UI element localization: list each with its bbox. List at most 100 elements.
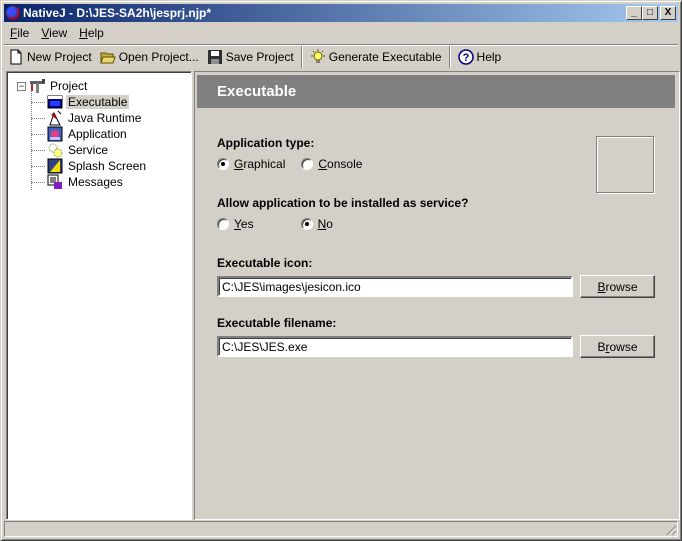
new-document-icon bbox=[8, 49, 24, 65]
generate-executable-button[interactable]: Generate Executable bbox=[306, 46, 446, 68]
menu-bar: File View Help bbox=[4, 24, 110, 42]
maximize-button[interactable]: □ bbox=[642, 6, 658, 20]
close-button[interactable]: X bbox=[660, 6, 676, 20]
radio-console-label: Console bbox=[318, 157, 362, 171]
tree-item-executable[interactable]: Executable bbox=[31, 94, 148, 110]
radio-text: raphical bbox=[243, 157, 286, 171]
tree-item-label: Executable bbox=[66, 95, 130, 109]
executable-icon-label: Executable icon: bbox=[217, 256, 313, 270]
menu-view[interactable]: View bbox=[35, 26, 73, 40]
radio-yes-indicator[interactable] bbox=[217, 218, 229, 230]
radio-text: onsole bbox=[327, 157, 363, 171]
radio-no-indicator[interactable] bbox=[300, 218, 313, 230]
radio-graphical-label: Graphical bbox=[234, 157, 285, 171]
open-project-label: Open Project... bbox=[118, 50, 199, 64]
executable-icon-input[interactable] bbox=[217, 276, 573, 297]
tree-connector bbox=[31, 165, 45, 167]
svg-text:?: ? bbox=[462, 52, 469, 64]
tree-item-service[interactable]: Service bbox=[31, 142, 148, 158]
service-question-label: Allow application to be installed as ser… bbox=[217, 196, 469, 210]
tree-connector bbox=[31, 133, 45, 135]
help-icon: ? bbox=[457, 49, 474, 65]
radio-console-indicator[interactable] bbox=[301, 158, 314, 170]
panel-title: Executable bbox=[217, 83, 297, 100]
tree-item-label: Service bbox=[68, 143, 109, 157]
floppy-disk-icon bbox=[207, 49, 223, 65]
tree-node-label: Project bbox=[50, 79, 88, 93]
accel-key: C bbox=[318, 157, 328, 171]
radio-console[interactable]: Console bbox=[301, 157, 362, 171]
generate-executable-label: Generate Executable bbox=[328, 50, 442, 64]
executable-icon bbox=[47, 94, 63, 110]
tree-item-messages[interactable]: Messages bbox=[31, 174, 148, 190]
radio-graphical-indicator[interactable] bbox=[217, 158, 229, 170]
menu-help-accel: H bbox=[79, 26, 88, 40]
service-group: Yes No bbox=[217, 216, 349, 232]
menu-help[interactable]: Help bbox=[73, 26, 110, 40]
menu-file-label: ile bbox=[17, 26, 30, 40]
radio-graphical[interactable]: Graphical bbox=[217, 157, 285, 171]
radio-yes[interactable]: Yes bbox=[217, 217, 254, 231]
executable-filename-label: Executable filename: bbox=[217, 316, 337, 330]
window-title: NativeJ - D:\JES-SA2h\jesprj.njp* bbox=[23, 6, 212, 20]
open-project-button[interactable]: Open Project... bbox=[96, 46, 203, 68]
radio-no[interactable]: No bbox=[300, 217, 333, 231]
tree-connector bbox=[31, 181, 45, 183]
browse-label: rowse bbox=[605, 279, 638, 294]
accel-key: B bbox=[597, 279, 606, 294]
settings-panel: Executable Application type: Graphical C… bbox=[194, 71, 680, 520]
menu-view-accel: V bbox=[41, 26, 50, 40]
new-project-button[interactable]: New Project bbox=[4, 46, 96, 68]
application-type-label: Application type: bbox=[217, 136, 315, 150]
resize-grip-icon[interactable] bbox=[664, 523, 676, 535]
browse-icon-button[interactable]: Browse bbox=[580, 275, 655, 298]
window-controls: _ □ X bbox=[626, 6, 676, 20]
menu-view-label: iew bbox=[49, 26, 68, 40]
help-label: Help bbox=[476, 50, 502, 64]
browse-label: B bbox=[597, 339, 606, 354]
title-bar[interactable]: NativeJ - D:\JES-SA2h\jesprj.njp* _ □ X bbox=[4, 4, 678, 22]
tree-connector bbox=[31, 149, 45, 151]
service-gear-icon bbox=[47, 142, 63, 158]
tree-connector bbox=[31, 101, 45, 103]
toolbar-separator bbox=[448, 46, 451, 68]
app-logo-icon bbox=[6, 6, 20, 20]
save-project-label: Save Project bbox=[225, 50, 294, 64]
save-project-button[interactable]: Save Project bbox=[203, 46, 298, 68]
help-button[interactable]: ? Help bbox=[454, 46, 506, 68]
project-tree: − Project Executable Java Runtime Applic… bbox=[17, 78, 148, 190]
accel-key: N bbox=[317, 217, 327, 231]
accel-key: Y bbox=[234, 217, 241, 231]
tree-item-splash-screen[interactable]: Splash Screen bbox=[31, 158, 148, 174]
lightbulb-icon bbox=[310, 49, 326, 65]
radio-yes-label: Yes bbox=[234, 217, 254, 231]
open-folder-icon bbox=[99, 49, 116, 65]
radio-no-label: No bbox=[318, 217, 333, 231]
minimize-button[interactable]: _ bbox=[626, 6, 642, 20]
project-tree-pane: − Project Executable Java Runtime Applic… bbox=[6, 71, 192, 520]
collapse-toggle[interactable]: − bbox=[17, 81, 26, 91]
splash-screen-icon bbox=[47, 158, 63, 174]
status-bar bbox=[4, 521, 678, 537]
tree-item-label: Splash Screen bbox=[68, 159, 147, 173]
main-window: NativeJ - D:\JES-SA2h\jesprj.njp* _ □ X … bbox=[0, 0, 682, 541]
application-type-group: Graphical Console bbox=[217, 156, 378, 172]
menu-file[interactable]: File bbox=[4, 26, 35, 40]
tree-item-java-runtime[interactable]: Java Runtime bbox=[31, 110, 148, 126]
panel-header: Executable bbox=[197, 75, 675, 108]
new-project-label: New Project bbox=[27, 50, 92, 64]
accel-key: G bbox=[234, 157, 244, 171]
executable-filename-input[interactable] bbox=[217, 336, 573, 357]
icon-preview bbox=[596, 136, 655, 194]
tree-children: Executable Java Runtime Application Serv… bbox=[31, 90, 148, 190]
tree-node-project[interactable]: − Project bbox=[17, 78, 148, 94]
browse-filename-button[interactable]: Br owse bbox=[580, 335, 655, 358]
tree-item-application[interactable]: Application bbox=[31, 126, 148, 142]
menu-help-label: elp bbox=[87, 26, 104, 40]
toolbar-separator bbox=[300, 46, 303, 68]
toolbar: New Project Open Project... Save Project… bbox=[4, 44, 678, 69]
radio-text: o bbox=[326, 217, 333, 231]
radio-text: es bbox=[240, 217, 254, 231]
browse-label: owse bbox=[609, 339, 638, 354]
tree-item-label: Java Runtime bbox=[68, 111, 142, 125]
